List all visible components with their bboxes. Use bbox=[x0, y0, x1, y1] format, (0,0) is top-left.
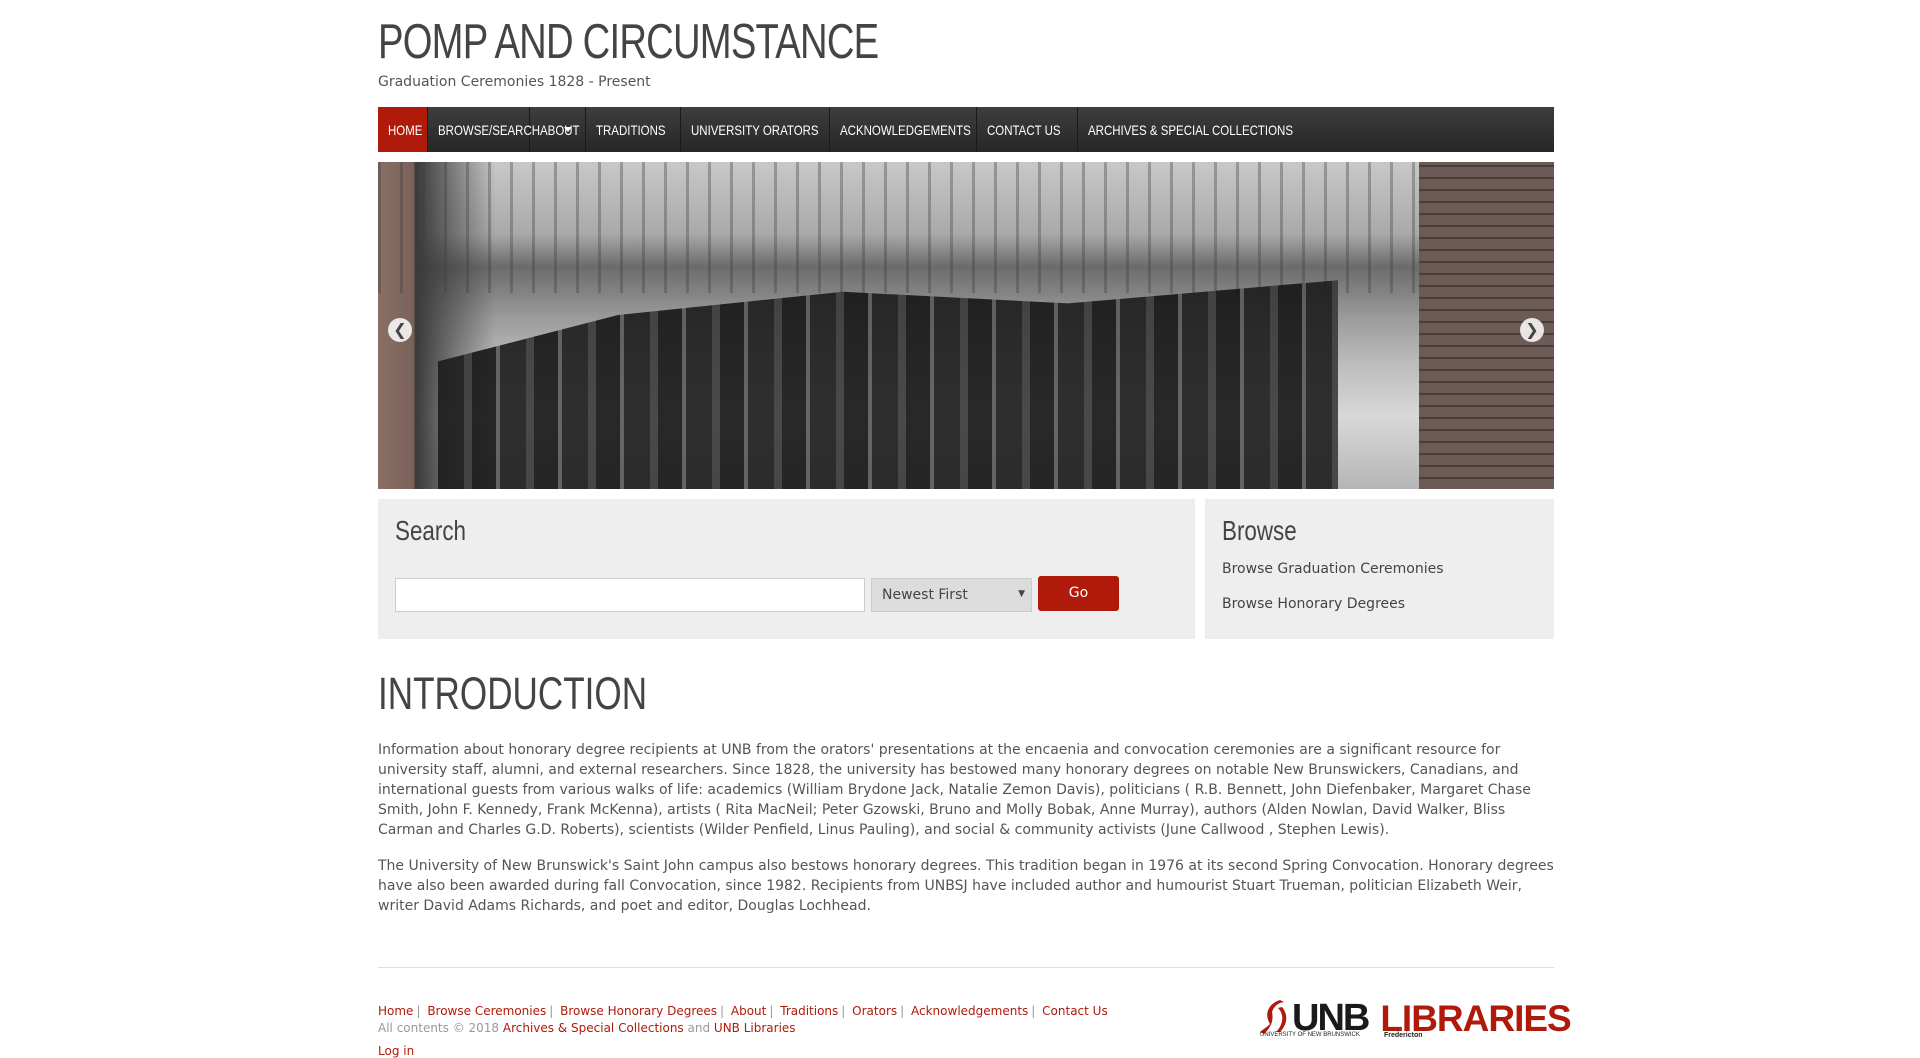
footer-link-acknowledgements[interactable]: Acknowledgements bbox=[911, 1004, 1028, 1018]
footer-links: Home | Browse Ceremonies | Browse Honorary… bbox=[378, 1004, 1108, 1018]
footer-copyright: All contents © 2018 Archives & Special C… bbox=[378, 1021, 796, 1035]
site-tagline: Graduation Ceremonies 1828 - Present bbox=[378, 74, 651, 90]
footer-link-orators[interactable]: Orators bbox=[852, 1004, 897, 1018]
browse-ceremonies-link[interactable]: Browse Graduation Ceremonies bbox=[1222, 561, 1444, 577]
footer-link-home[interactable]: Home bbox=[378, 1004, 413, 1018]
go-button[interactable]: Go bbox=[1038, 576, 1119, 611]
unb-libraries-logo[interactable]: UNB UNIVERSITY OF NEW BRUNSWICK LIBRARIE… bbox=[1258, 995, 1572, 1041]
slide-image-trees bbox=[378, 162, 1554, 293]
slider-next-button[interactable]: ❯ bbox=[1520, 318, 1544, 342]
nav-item-acknowledgements[interactable]: Acknowledgements bbox=[830, 107, 977, 152]
footer-link-contact-us[interactable]: Contact Us bbox=[1042, 1004, 1108, 1018]
intro-paragraph-2: The University of New Brunswick's Saint … bbox=[378, 858, 1554, 914]
hero-slider: ❮ ❯ bbox=[378, 162, 1554, 489]
main-nav: Home Browse/Search About Traditions Univ… bbox=[378, 107, 1554, 152]
browse-panel: Browse Browse Graduation Ceremonies Brow… bbox=[1205, 499, 1554, 639]
libraries-subtitle: Fredericton bbox=[1384, 1032, 1423, 1039]
search-heading: Search bbox=[395, 515, 466, 546]
footer-link-browse-honorary-degrees[interactable]: Browse Honorary Degrees bbox=[560, 1004, 717, 1018]
nav-item-traditions[interactable]: Traditions bbox=[586, 107, 681, 152]
login-link[interactable]: Log in bbox=[378, 1044, 414, 1058]
footer-link-browse-ceremonies[interactable]: Browse Ceremonies bbox=[427, 1004, 546, 1018]
sort-order-value: Newest First bbox=[882, 587, 968, 603]
libraries-wordmark: LIBRARIES bbox=[1380, 997, 1571, 1039]
nav-item-browse-search[interactable]: Browse/Search bbox=[428, 107, 573, 152]
footer-link-about[interactable]: About bbox=[731, 1004, 766, 1018]
select-caret-icon: ▼ bbox=[1018, 589, 1025, 599]
footer-unb-libraries-link[interactable]: UNB Libraries bbox=[714, 1021, 796, 1035]
footer-login: Log in bbox=[378, 1044, 414, 1058]
browse-honorary-degrees-link[interactable]: Browse Honorary Degrees bbox=[1222, 596, 1405, 612]
copyright-text: All contents © 2018 bbox=[378, 1021, 500, 1035]
intro-heading: INTRODUCTION bbox=[378, 668, 648, 719]
footer-divider bbox=[378, 967, 1554, 968]
sort-order-select[interactable]: Newest First ▼ bbox=[871, 578, 1032, 612]
nav-item-contact-us[interactable]: Contact Us bbox=[977, 107, 1078, 152]
search-input[interactable] bbox=[395, 578, 865, 612]
slider-prev-button[interactable]: ❮ bbox=[388, 318, 412, 342]
footer-archives-link[interactable]: Archives & Special Collections bbox=[503, 1021, 684, 1035]
search-panel: Search Newest First ▼ Go bbox=[378, 499, 1195, 639]
chevron-right-icon: ❯ bbox=[1525, 320, 1539, 339]
intro-paragraph-1: Information about honorary degree recipi… bbox=[378, 742, 1531, 838]
nav-item-archives[interactable]: Archives & Special Collections bbox=[1078, 107, 1293, 152]
nav-item-university-orators[interactable]: University Orators bbox=[681, 107, 830, 152]
nav-item-home[interactable]: Home bbox=[378, 107, 428, 152]
footer-link-traditions[interactable]: Traditions bbox=[780, 1004, 838, 1018]
copyright-and: and bbox=[687, 1021, 711, 1035]
chevron-left-icon: ❮ bbox=[393, 320, 407, 339]
site-title[interactable]: POMP AND CIRCUMSTANCE bbox=[378, 14, 879, 70]
unb-subtitle: UNIVERSITY OF NEW BRUNSWICK bbox=[1260, 1032, 1360, 1038]
browse-heading: Browse bbox=[1222, 515, 1297, 546]
